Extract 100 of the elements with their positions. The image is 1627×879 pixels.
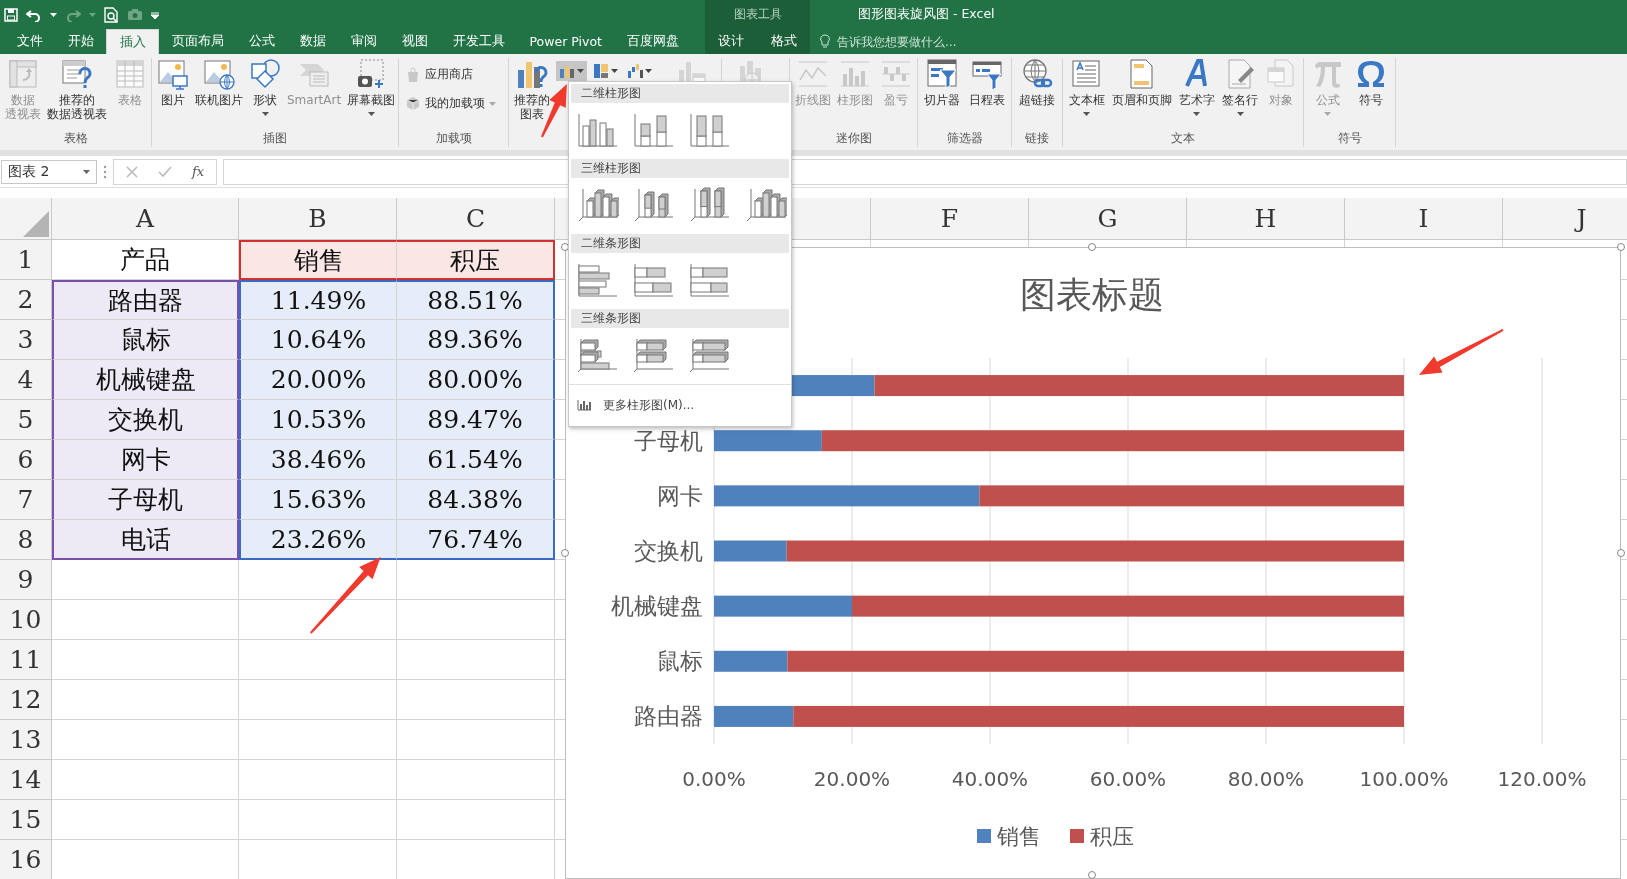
column-header[interactable]: J — [1503, 198, 1627, 240]
chart-type-icon[interactable] — [745, 187, 787, 223]
bar[interactable] — [714, 540, 787, 562]
redo-icon[interactable] — [65, 7, 81, 22]
ribbon-button[interactable]: 签名行 — [1220, 58, 1261, 119]
print-preview-icon[interactable] — [104, 6, 119, 23]
ribbon-button[interactable]: 推荐的 数据透视表 — [45, 58, 110, 121]
row-header[interactable]: 5 — [0, 400, 52, 440]
chart-type-icon[interactable] — [633, 112, 675, 148]
row-header[interactable]: 6 — [0, 440, 52, 480]
row-header[interactable]: 2 — [0, 280, 52, 320]
row-header[interactable]: 7 — [0, 480, 52, 520]
row-header[interactable]: 4 — [0, 360, 52, 400]
customize-icon[interactable] — [151, 10, 159, 19]
ribbon-button[interactable]: 屏幕截图 — [345, 58, 398, 119]
ribbon-tab[interactable]: 视图 — [389, 29, 440, 54]
resize-handle[interactable] — [1088, 871, 1096, 879]
chart-type-icon[interactable] — [689, 262, 731, 298]
ribbon-tab[interactable]: 插入 — [106, 29, 159, 54]
caret-icon[interactable] — [50, 12, 57, 17]
bar[interactable] — [821, 430, 1405, 452]
ribbon-button[interactable]: 符号 — [1353, 58, 1390, 107]
chart-type-button[interactable] — [556, 61, 587, 81]
name-box[interactable]: 图表 2 — [1, 159, 97, 184]
bar[interactable] — [714, 595, 852, 617]
tell-me-field[interactable]: 告诉我您想要做什么... — [835, 33, 1059, 50]
bar[interactable] — [793, 705, 1404, 727]
save-icon[interactable] — [4, 7, 18, 22]
ribbon-button[interactable]: 推荐的 图表 — [512, 58, 552, 121]
ribbon-tab[interactable]: Power Pivot — [517, 29, 615, 54]
ribbon-button[interactable]: 超链接 — [1017, 58, 1057, 107]
ribbon-button[interactable]: 图片 — [155, 58, 191, 107]
ribbon-tab[interactable]: 页面布局 — [159, 29, 236, 54]
row-header[interactable]: 1 — [0, 240, 52, 280]
bar[interactable] — [787, 650, 1404, 672]
column-header[interactable]: C — [397, 198, 555, 240]
caret-icon[interactable] — [1083, 112, 1091, 116]
camera-icon[interactable] — [127, 8, 143, 21]
resize-handle[interactable] — [1617, 549, 1625, 557]
ribbon-tab[interactable]: 数据 — [287, 29, 338, 54]
ribbon-tab[interactable]: 公式 — [236, 29, 287, 54]
column-header[interactable]: I — [1345, 198, 1503, 240]
bar[interactable] — [979, 485, 1404, 507]
bar[interactable] — [786, 540, 1404, 562]
row-header[interactable]: 15 — [0, 800, 52, 840]
row-header[interactable]: 12 — [0, 680, 52, 720]
chart-type-icon[interactable] — [689, 187, 731, 223]
bar[interactable] — [874, 375, 1404, 397]
bar[interactable] — [714, 705, 794, 727]
ribbon-button[interactable]: 联机图片 — [193, 58, 245, 107]
chart-type-icon[interactable] — [633, 187, 675, 223]
drag-handle-icon[interactable] — [103, 164, 107, 179]
ribbon-button[interactable]: 形状 — [247, 58, 283, 119]
caret-icon[interactable] — [83, 169, 90, 174]
ribbon-tab[interactable]: 审阅 — [338, 29, 389, 54]
bar[interactable] — [714, 430, 822, 452]
column-header[interactable]: H — [1187, 198, 1345, 240]
caret-icon[interactable] — [1193, 112, 1201, 116]
ribbon-button[interactable]: 日程表 — [966, 58, 1007, 107]
column-header[interactable]: A — [52, 198, 239, 240]
menu-item[interactable]: 更多柱形图(M)... — [569, 384, 791, 422]
ribbon-button[interactable]: 页眉和页脚 — [1109, 58, 1174, 107]
caret-icon[interactable] — [611, 69, 618, 73]
chart-type-icon[interactable] — [689, 337, 731, 373]
caret-icon[interactable] — [261, 112, 269, 116]
row-header[interactable]: 3 — [0, 320, 52, 360]
resize-handle[interactable] — [1088, 243, 1096, 251]
caret-icon[interactable] — [367, 112, 375, 116]
chart-type-icon[interactable] — [633, 262, 675, 298]
row-header[interactable]: 8 — [0, 520, 52, 560]
ribbon-button[interactable]: 切片器 — [922, 58, 963, 107]
row-header[interactable]: 16 — [0, 840, 52, 879]
ribbon-tab[interactable]: 开发工具 — [440, 29, 517, 54]
ribbon-button[interactable]: 文本框 — [1066, 58, 1107, 119]
chart-type-icon[interactable] — [577, 187, 619, 223]
bar[interactable] — [852, 595, 1404, 617]
row-header[interactable]: 10 — [0, 600, 52, 640]
cancel-icon[interactable] — [126, 165, 138, 178]
row-header[interactable]: 9 — [0, 560, 52, 600]
ribbon-tab[interactable]: 开始 — [55, 29, 106, 54]
insert-function-button[interactable]: fx — [192, 164, 205, 179]
legend-label[interactable]: 积压 — [1090, 824, 1134, 849]
resize-handle[interactable] — [561, 549, 569, 557]
caret-icon[interactable] — [577, 69, 584, 73]
chart-type-icon[interactable] — [577, 262, 619, 298]
chart-type-icon[interactable] — [689, 112, 731, 148]
chart-type-icon[interactable] — [577, 112, 619, 148]
row-header[interactable]: 11 — [0, 640, 52, 680]
ribbon-tab[interactable]: 设计 — [705, 29, 757, 54]
legend-label[interactable]: 销售 — [997, 824, 1041, 849]
resize-handle[interactable] — [1617, 243, 1625, 251]
ribbon-button[interactable]: 艺术字 — [1176, 58, 1217, 119]
column-header[interactable]: G — [1029, 198, 1187, 240]
ribbon-tab[interactable]: 百度网盘 — [614, 29, 692, 54]
row-header[interactable]: 14 — [0, 760, 52, 800]
chart-type-icon[interactable] — [633, 337, 675, 373]
bar[interactable] — [714, 485, 980, 507]
undo-icon[interactable] — [26, 7, 42, 22]
column-header[interactable]: B — [239, 198, 397, 240]
caret-icon[interactable] — [645, 69, 652, 73]
